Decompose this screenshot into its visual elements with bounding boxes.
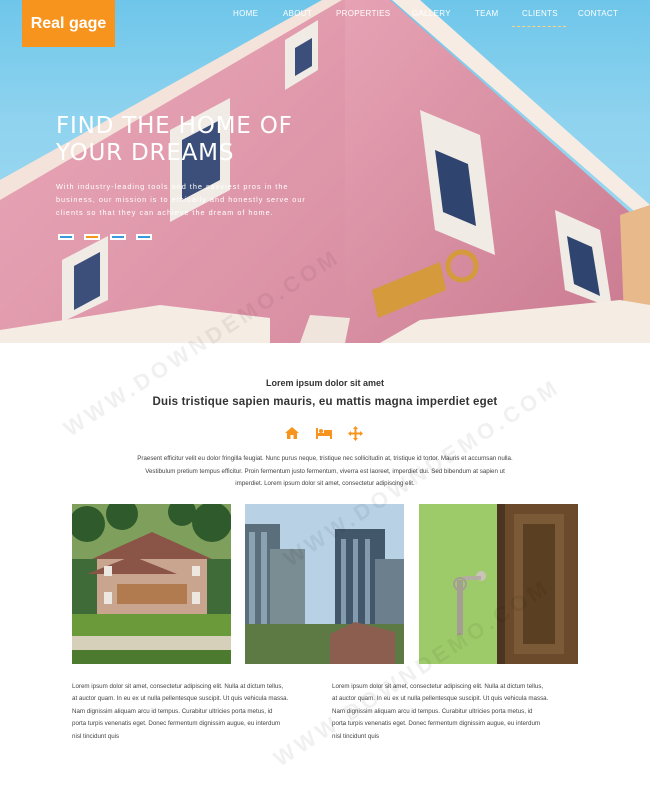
- nav-item-gallery[interactable]: GALLERY: [412, 9, 451, 18]
- hero-title: FIND THE HOME OF YOUR DREAMS: [56, 113, 293, 167]
- column-text-right: Lorem ipsum dolor sit amet, consectetur …: [332, 681, 582, 743]
- slider-dot-1[interactable]: [58, 234, 74, 240]
- bed-icon: [315, 427, 333, 445]
- nav-item-home[interactable]: HOME: [233, 9, 258, 18]
- door-key-photo[interactable]: [419, 504, 578, 664]
- slider-dot-3[interactable]: [110, 234, 126, 240]
- column-left-line4: porta turpis venenatis eget. Donec ferme…: [72, 720, 281, 728]
- main-nav: HOME ABOUT PROPERTIES GALLERY TEAM CLIEN…: [222, 9, 650, 21]
- column-right-line3: Nam dignissim aliquam arcu id tempus. Cu…: [332, 707, 533, 715]
- hero-title-line2: YOUR DREAMS: [56, 140, 235, 166]
- column-right-line5: nisl tincidunt quis: [332, 732, 380, 740]
- nav-item-team[interactable]: TEAM: [475, 9, 498, 18]
- brand-logo[interactable]: Real gage: [22, 0, 115, 47]
- hero-text-line2: business, our mission is to ethically an…: [56, 195, 306, 204]
- nav-item-about[interactable]: ABOUT: [283, 9, 312, 18]
- nav-active-underline: [512, 23, 566, 27]
- home-icon: [284, 426, 300, 445]
- feature-icons: [284, 426, 368, 442]
- move-icon: [348, 426, 363, 446]
- column-left-line5: nisl tincidunt quis: [72, 732, 120, 740]
- column-right-line1: Lorem ipsum dolor sit amet, consectetur …: [332, 683, 544, 690]
- hero-text-line3: clients so that they can achieve the dre…: [56, 208, 274, 217]
- section-subheading: Lorem ipsum dolor sit amet: [265, 378, 385, 388]
- hero-title-line1: FIND THE HOME OF: [56, 113, 293, 139]
- slider-dot-2[interactable]: [84, 234, 100, 240]
- slider-dot-4[interactable]: [136, 234, 152, 240]
- hero-text-line1: With industry-leading tools and the savv…: [56, 182, 289, 191]
- column-text-left: Lorem ipsum dolor sit amet, consectetur …: [72, 681, 322, 743]
- intro-line3: imperdiet. Lorem ipsum dolor sit amet, c…: [235, 480, 415, 487]
- intro-paragraph: Praesent efficitur velit eu dolor fringi…: [108, 453, 542, 491]
- column-right-line2: at auctor quam. In eu ex ut nulla pellen…: [332, 695, 549, 703]
- column-left-line2: at auctor quam. In eu ex ut nulla pellen…: [72, 695, 289, 703]
- hero-description: With industry-leading tools and the savv…: [56, 180, 356, 219]
- hero-building-image: [0, 0, 650, 343]
- nav-item-contact[interactable]: CONTACT: [578, 9, 618, 18]
- city-buildings-photo[interactable]: [245, 504, 404, 664]
- intro-line1: Praesent efficitur velit eu dolor fringi…: [137, 455, 513, 462]
- column-right-line4: porta turpis venenatis eget. Donec ferme…: [332, 720, 541, 728]
- column-left-line1: Lorem ipsum dolor sit amet, consectetur …: [72, 683, 284, 690]
- section-heading: Duis tristique sapien mauris, eu mattis …: [152, 396, 498, 408]
- nav-item-clients[interactable]: CLIENTS: [522, 9, 558, 18]
- nav-item-properties[interactable]: PROPERTIES: [336, 9, 390, 18]
- house-photo[interactable]: [72, 504, 231, 664]
- hero-banner: Real gage HOME ABOUT PROPERTIES GALLERY …: [0, 0, 650, 343]
- column-left-line3: Nam dignissim aliquam arcu id tempus. Cu…: [72, 707, 273, 715]
- intro-line2: Vestibulum pretium tempus efficitur. Pro…: [145, 467, 505, 475]
